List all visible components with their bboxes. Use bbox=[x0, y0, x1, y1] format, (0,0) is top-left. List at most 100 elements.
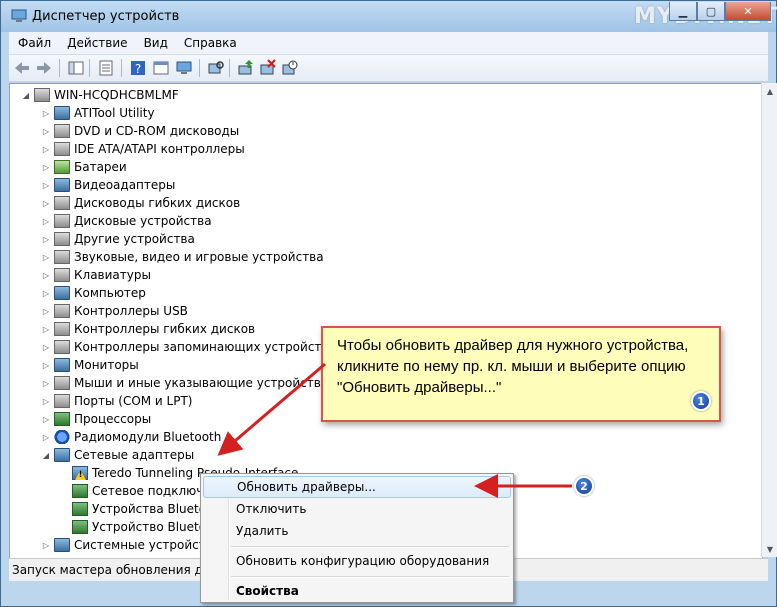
expand-arrow-icon[interactable]: ▷ bbox=[41, 266, 51, 284]
expand-arrow-icon[interactable]: ▷ bbox=[41, 176, 51, 194]
tree-root-computer[interactable]: ◢ WIN-HCQDHCBMLMF bbox=[23, 86, 179, 104]
monitor-icon[interactable] bbox=[175, 59, 193, 77]
context-menu: Обновить драйверы... Отключить Удалить О… bbox=[200, 473, 514, 603]
expand-arrow-icon[interactable]: ▷ bbox=[41, 428, 51, 446]
expand-arrow-icon[interactable]: ▷ bbox=[41, 212, 51, 230]
tree-category[interactable]: ▷ Контроллеры гибких дисков bbox=[43, 320, 256, 338]
device-icon bbox=[54, 448, 70, 462]
scroll-down-arrow-icon[interactable]: ▼ bbox=[762, 541, 777, 557]
toolbar-separator bbox=[199, 59, 200, 77]
minimize-button[interactable]: ▁ bbox=[669, 2, 697, 21]
close-button[interactable]: ✕ bbox=[725, 2, 771, 21]
scan-hardware-icon[interactable] bbox=[281, 59, 299, 77]
tree-item-label: Звуковые, видео и игровые устройства bbox=[74, 250, 324, 264]
expand-arrow-icon[interactable]: ▷ bbox=[41, 284, 51, 302]
forward-arrow-icon[interactable] bbox=[35, 59, 53, 77]
tree-item-label: Сетевые адаптеры bbox=[74, 448, 195, 462]
vertical-scrollbar[interactable]: ▲ ▼ bbox=[761, 83, 777, 557]
step-1-badge: 1 bbox=[691, 391, 711, 411]
expand-arrow-icon[interactable]: ▷ bbox=[41, 248, 51, 266]
expand-arrow-icon[interactable]: ▷ bbox=[41, 338, 51, 356]
tree-category[interactable]: ▷ Видеоадаптеры bbox=[43, 176, 176, 194]
tree-category[interactable]: ▷ Дисководы гибких дисков bbox=[43, 194, 240, 212]
tree-category[interactable]: ▷ Контроллеры USB bbox=[43, 302, 188, 320]
expand-arrow-icon[interactable]: ▷ bbox=[41, 140, 51, 158]
title-bar: Диспетчер устройств MYDIV.NET ▁ ▢ ✕ bbox=[1, 1, 777, 32]
tree-item-label: Порты (COM и LPT) bbox=[74, 394, 193, 408]
tree-category[interactable]: ▷ Порты (COM и LPT) bbox=[43, 392, 193, 410]
expand-arrow-icon[interactable]: ▷ bbox=[41, 320, 51, 338]
menu-help[interactable]: Справка bbox=[175, 36, 244, 50]
back-arrow-icon[interactable] bbox=[13, 59, 31, 77]
expand-arrow-icon[interactable]: ▷ bbox=[41, 374, 51, 392]
expand-arrow-icon[interactable]: ▷ bbox=[41, 302, 51, 320]
tree-category[interactable]: ▷ Системные устройства bbox=[43, 536, 220, 554]
device-icon bbox=[54, 106, 70, 120]
menu-view[interactable]: Вид bbox=[135, 36, 175, 50]
console-icon[interactable] bbox=[152, 59, 170, 77]
tree-category[interactable]: ▷ IDE ATA/ATAPI контроллеры bbox=[43, 140, 245, 158]
tree-category[interactable]: ▷ Звуковые, видео и игровые устройства bbox=[43, 248, 324, 266]
device-icon bbox=[54, 322, 70, 336]
tree-category[interactable]: ▷ Клавиатуры bbox=[43, 266, 151, 284]
expand-arrow-icon[interactable]: ▷ bbox=[41, 122, 51, 140]
tree-item-label: Мыши и иные указывающие устройства bbox=[74, 376, 329, 390]
device-icon bbox=[54, 178, 70, 192]
context-menu-separator bbox=[231, 576, 509, 578]
scan-computer-icon[interactable] bbox=[207, 59, 225, 77]
expand-arrow-icon[interactable]: ▷ bbox=[41, 194, 51, 212]
context-menu-separator bbox=[231, 546, 509, 548]
tree-item-label: Контроллеры гибких дисков bbox=[74, 322, 256, 336]
menu-action[interactable]: Действие bbox=[58, 36, 134, 50]
tree-category[interactable]: ▷ Другие устройства bbox=[43, 230, 195, 248]
tree-item-label: ATITool Utility bbox=[74, 106, 155, 120]
toolbar-separator bbox=[121, 59, 122, 77]
tree-category[interactable]: ▷ Радиомодули Bluetooth bbox=[43, 428, 222, 446]
step-2-badge: 2 bbox=[574, 476, 594, 496]
callout-text: Чтобы обновить драйвер для нужного устро… bbox=[337, 337, 689, 396]
toolbar-separator bbox=[59, 59, 60, 77]
menu-scan-hardware-changes[interactable]: Обновить конфигурацию оборудования bbox=[203, 550, 511, 572]
menu-uninstall[interactable]: Удалить bbox=[203, 520, 511, 542]
help-icon[interactable]: ? bbox=[129, 59, 147, 77]
expand-arrow-icon[interactable]: ▷ bbox=[41, 158, 51, 176]
tree-category[interactable]: ▷ Мыши и иные указывающие устройства bbox=[43, 374, 329, 392]
tree-item-label: Радиомодули Bluetooth bbox=[74, 430, 222, 444]
collapse-arrow-icon[interactable]: ◢ bbox=[41, 446, 51, 464]
tree-category[interactable]: ▷ Контроллеры запоминающих устройств bbox=[43, 338, 329, 356]
expand-arrow-icon[interactable]: ▷ bbox=[41, 230, 51, 248]
tree-item-label: Контроллеры запоминающих устройств bbox=[74, 340, 329, 354]
update-driver-icon[interactable] bbox=[237, 59, 255, 77]
menu-properties[interactable]: Свойства bbox=[203, 580, 511, 602]
tree-category[interactable]: ▷ Процессоры bbox=[43, 410, 152, 428]
tree-category[interactable]: ▷ Батареи bbox=[43, 158, 127, 176]
properties-icon[interactable] bbox=[97, 59, 115, 77]
tree-item-label: Другие устройства bbox=[74, 232, 195, 246]
tree-category[interactable]: ◢ Сетевые адаптеры bbox=[43, 446, 195, 464]
tree-category[interactable]: ▷ Компьютер bbox=[43, 284, 146, 302]
menu-update-drivers[interactable]: Обновить драйверы... bbox=[203, 476, 511, 498]
tree-category[interactable]: ▷ DVD и CD-ROM дисководы bbox=[43, 122, 239, 140]
expand-arrow-icon[interactable]: ▷ bbox=[41, 410, 51, 428]
tree-item-label: Компьютер bbox=[74, 286, 146, 300]
collapse-arrow-icon[interactable]: ◢ bbox=[21, 86, 31, 104]
menu-disable[interactable]: Отключить bbox=[203, 498, 511, 520]
toolbar: ? bbox=[9, 55, 768, 82]
tree-item-label: Процессоры bbox=[74, 412, 152, 426]
tree-category[interactable]: ▷ Мониторы bbox=[43, 356, 139, 374]
device-icon bbox=[72, 520, 88, 534]
tree-category[interactable]: ▷ Дисковые устройства bbox=[43, 212, 212, 230]
expand-arrow-icon[interactable]: ▷ bbox=[41, 104, 51, 122]
show-hide-tree-icon[interactable] bbox=[67, 59, 85, 77]
expand-arrow-icon[interactable]: ▷ bbox=[41, 536, 51, 554]
expand-arrow-icon[interactable]: ▷ bbox=[41, 356, 51, 374]
maximize-button[interactable]: ▢ bbox=[697, 2, 725, 21]
expand-arrow-icon[interactable]: ▷ bbox=[41, 392, 51, 410]
menu-file[interactable]: Файл bbox=[9, 36, 58, 50]
instruction-callout: Чтобы обновить драйвер для нужного устро… bbox=[321, 326, 721, 422]
tree-category[interactable]: ▷ ATITool Utility bbox=[43, 104, 155, 122]
tree-item-label: Видеоадаптеры bbox=[74, 178, 176, 192]
scroll-up-arrow-icon[interactable]: ▲ bbox=[762, 83, 777, 99]
uninstall-icon[interactable] bbox=[259, 59, 277, 77]
toolbar-separator bbox=[89, 59, 90, 77]
